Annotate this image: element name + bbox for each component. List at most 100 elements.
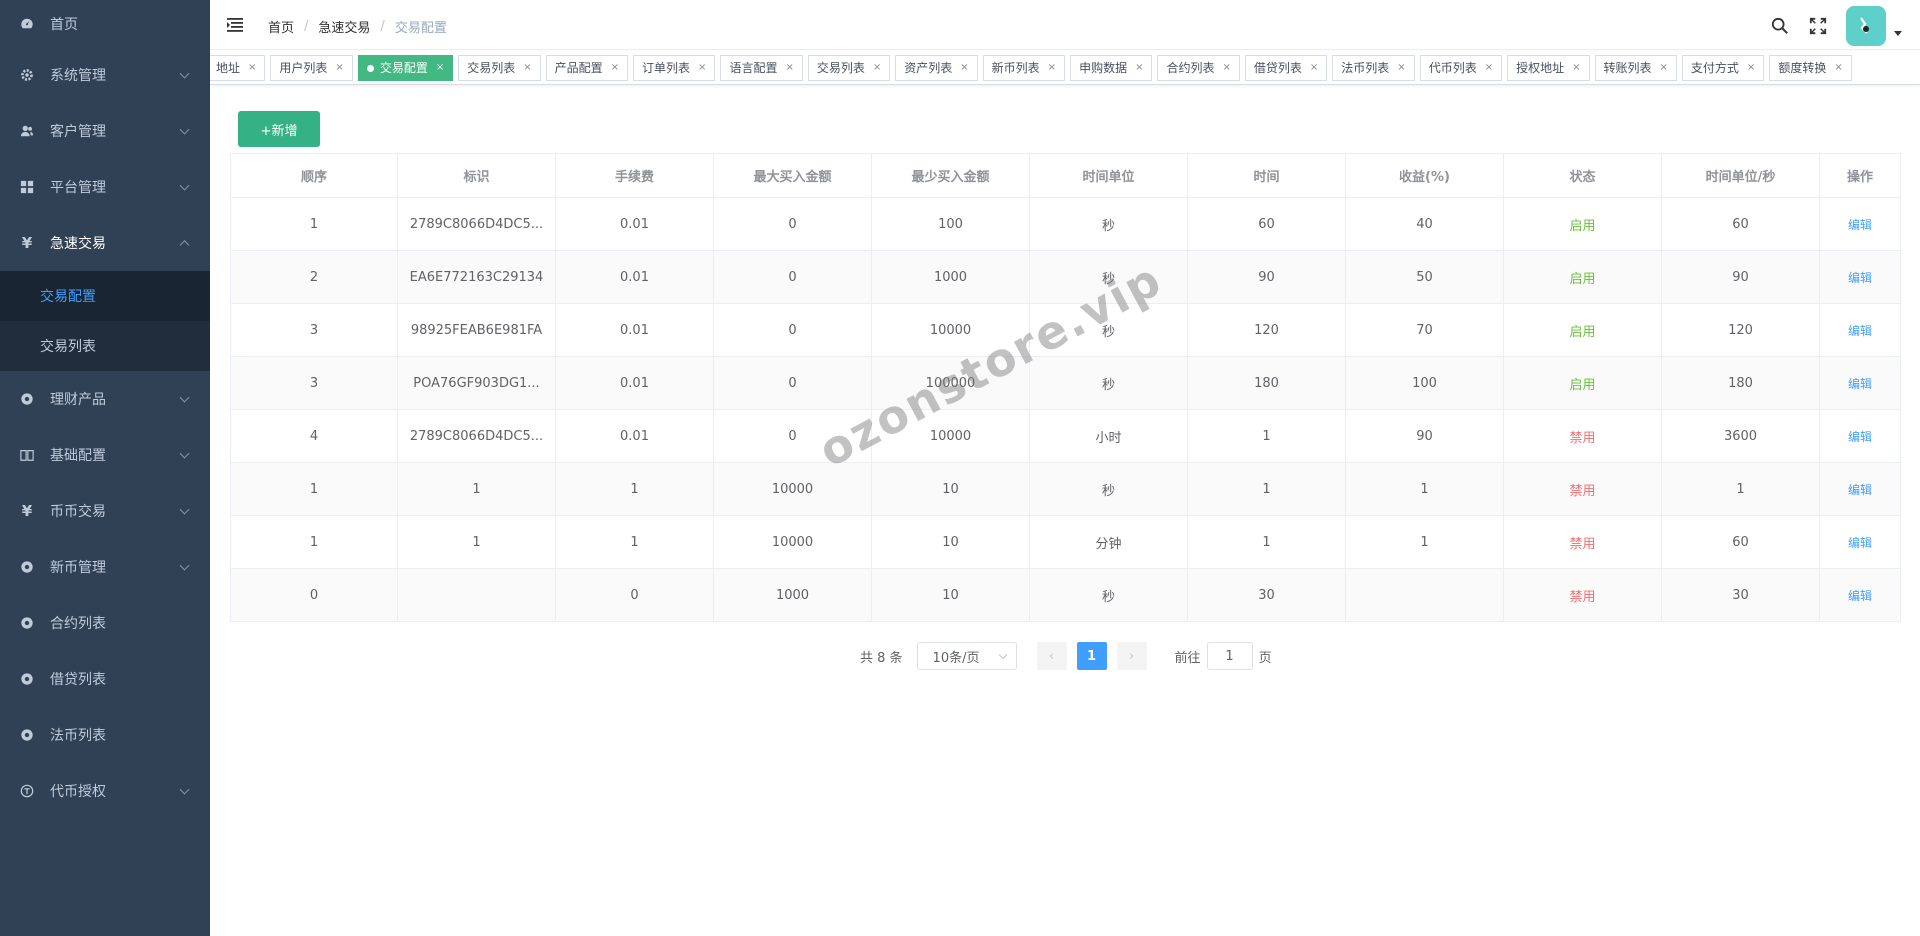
chevron-down-icon (179, 560, 190, 571)
menu-item-basic-config[interactable]: 基础配置 (0, 427, 210, 483)
close-icon[interactable]: × (611, 56, 619, 80)
edit-link[interactable]: 编辑 (1848, 430, 1872, 444)
tag-contract-list[interactable]: 合约列表 × (1157, 55, 1240, 81)
close-icon[interactable]: × (873, 56, 881, 80)
table-row: 4 2789C8066D4DC5... 0.01 0 10000 小时 1 90 禁用 3600 编… (230, 409, 1901, 463)
menu-item-system[interactable]: 系统管理 (0, 47, 210, 103)
menu-item-fiat[interactable]: 法币列表 (0, 707, 210, 763)
tag-loan-list[interactable]: 借贷列表 × (1244, 55, 1328, 81)
table-cell: 60 (1661, 515, 1820, 569)
table-cell: 2789C8066D4DC5... (397, 409, 556, 463)
table-cell (1345, 568, 1504, 622)
tag-fiat-list[interactable]: 法币列表 × (1332, 55, 1415, 81)
tag-trade-list-2[interactable]: 交易列表 × (807, 55, 891, 81)
tag-order-list[interactable]: 订单列表 × (633, 55, 716, 81)
breadcrumb-fast-trade[interactable]: 急速交易 (318, 17, 370, 36)
edit-link[interactable]: 编辑 (1848, 536, 1872, 550)
menu-item-new-coin[interactable]: 新币管理 (0, 539, 210, 595)
tag-user-list[interactable]: 用户列表 × (270, 55, 353, 81)
close-icon[interactable]: × (1485, 56, 1493, 80)
menu-item-platform[interactable]: 平台管理 (0, 159, 210, 215)
close-icon[interactable]: × (1660, 56, 1668, 80)
table-cell: 10 (871, 462, 1030, 516)
close-icon[interactable]: × (698, 56, 706, 80)
prev-page-button[interactable]: ‹ (1036, 642, 1067, 670)
tag-subscription-data[interactable]: 申购数据 × (1070, 55, 1153, 81)
table-cell: 10 (871, 568, 1030, 622)
table-cell: 120 (1187, 303, 1346, 357)
tag-language-config[interactable]: 语言配置 × (720, 55, 803, 81)
cell-value: 100000 (925, 375, 976, 391)
cell-value: 10 (942, 481, 959, 497)
users-icon (20, 124, 34, 138)
cell-value: 1 (1736, 481, 1745, 497)
cell-value: 分钟 (1095, 536, 1122, 552)
tag-payment-method[interactable]: 支付方式 × (1681, 55, 1765, 81)
close-icon[interactable]: × (1310, 56, 1318, 80)
chevron-left-icon: ‹ (1048, 648, 1055, 664)
close-icon[interactable]: × (960, 56, 968, 80)
add-button[interactable]: +新增 (238, 111, 320, 147)
submenu-item-trade-list[interactable]: 交易列表 (0, 321, 210, 371)
tag-transfer-list[interactable]: 转账列表 × (1594, 55, 1677, 81)
menu-item-customers[interactable]: 客户管理 (0, 103, 210, 159)
tag-token-list[interactable]: 代币列表 × (1419, 55, 1503, 81)
menu-item-fast-trade[interactable]: ¥ 急速交易 (0, 215, 210, 271)
sidebar: 首页 系统管理 客户管理 平台管理 ¥ 急速交易 交易配置 交易列表 理财产品 … (0, 0, 210, 936)
close-icon[interactable]: × (1834, 56, 1842, 80)
menu-item-finance[interactable]: 理财产品 (0, 371, 210, 427)
menu-item-loans[interactable]: 借贷列表 (0, 651, 210, 707)
fullscreen-icon[interactable] (1808, 16, 1828, 36)
close-icon[interactable]: × (436, 56, 444, 80)
edit-link[interactable]: 编辑 (1848, 589, 1872, 603)
hamburger-icon[interactable] (226, 16, 244, 34)
menu-item-token-auth[interactable]: 代币授权 (0, 763, 210, 819)
table-cell: 90 (1187, 250, 1346, 304)
search-icon[interactable] (1770, 16, 1790, 36)
tag-label: 产品配置 (554, 61, 603, 75)
menu-item-coin-trade[interactable]: ¥ 币币交易 (0, 483, 210, 539)
next-page-button[interactable]: › (1116, 642, 1147, 670)
tag-quota-transfer[interactable]: 额度转换 × (1769, 55, 1852, 81)
action-cell: 编辑 (1819, 197, 1901, 251)
tag-auth-address[interactable]: 授权地址 × (1507, 55, 1590, 81)
edit-link[interactable]: 编辑 (1848, 483, 1872, 497)
tag-product-config[interactable]: 产品配置 × (545, 55, 629, 81)
menu-item-home[interactable]: 首页 (0, 0, 210, 47)
close-icon[interactable]: × (335, 56, 343, 80)
table-row: 3 POA76GF903DG1... 0.01 0 100000 秒 180 100 启用 180… (230, 356, 1901, 410)
menu-item-contracts[interactable]: 合约列表 (0, 595, 210, 651)
goto-page-input[interactable] (1206, 642, 1253, 670)
table-row: 3 98925FEAB6E981FA 0.01 0 10000 秒 120 70 启用 120 编辑 (230, 303, 1901, 357)
table-cell: 180 (1661, 356, 1820, 410)
avatar[interactable] (1846, 6, 1886, 46)
breadcrumb-home[interactable]: 首页 (268, 17, 294, 36)
close-icon[interactable]: × (1572, 56, 1580, 80)
tag-new-coin-list[interactable]: 新币列表 × (982, 55, 1066, 81)
edit-link[interactable]: 编辑 (1848, 377, 1872, 391)
cell-value: 10000 (771, 481, 814, 497)
tag-address[interactable]: 地址 × (210, 55, 266, 81)
tag-label: 交易列表 (467, 61, 516, 75)
close-icon[interactable]: × (1135, 56, 1143, 80)
close-icon[interactable]: × (523, 56, 531, 80)
tag-trade-config[interactable]: 交易配置 × (357, 55, 454, 81)
caret-down-icon[interactable] (1894, 30, 1902, 36)
table-cell: 小时 (1029, 409, 1188, 463)
close-icon[interactable]: × (1048, 56, 1056, 80)
edit-link[interactable]: 编辑 (1848, 218, 1872, 232)
close-icon[interactable]: × (785, 56, 793, 80)
submenu-item-trade-config[interactable]: 交易配置 (0, 271, 210, 321)
page-number-current[interactable]: 1 (1076, 642, 1107, 670)
tag-trade-list[interactable]: 交易列表 × (458, 55, 541, 81)
edit-link[interactable]: 编辑 (1848, 271, 1872, 285)
close-icon[interactable]: × (1222, 56, 1230, 80)
close-icon[interactable]: × (248, 56, 256, 80)
tag-asset-list[interactable]: 资产列表 × (895, 55, 978, 81)
page-size-select[interactable]: 10条/页 (916, 642, 1017, 670)
edit-link[interactable]: 编辑 (1848, 324, 1872, 338)
cell-value: 4 (309, 428, 319, 444)
close-icon[interactable]: × (1397, 56, 1405, 80)
cell-value: 30 (1258, 587, 1275, 603)
close-icon[interactable]: × (1747, 56, 1755, 80)
